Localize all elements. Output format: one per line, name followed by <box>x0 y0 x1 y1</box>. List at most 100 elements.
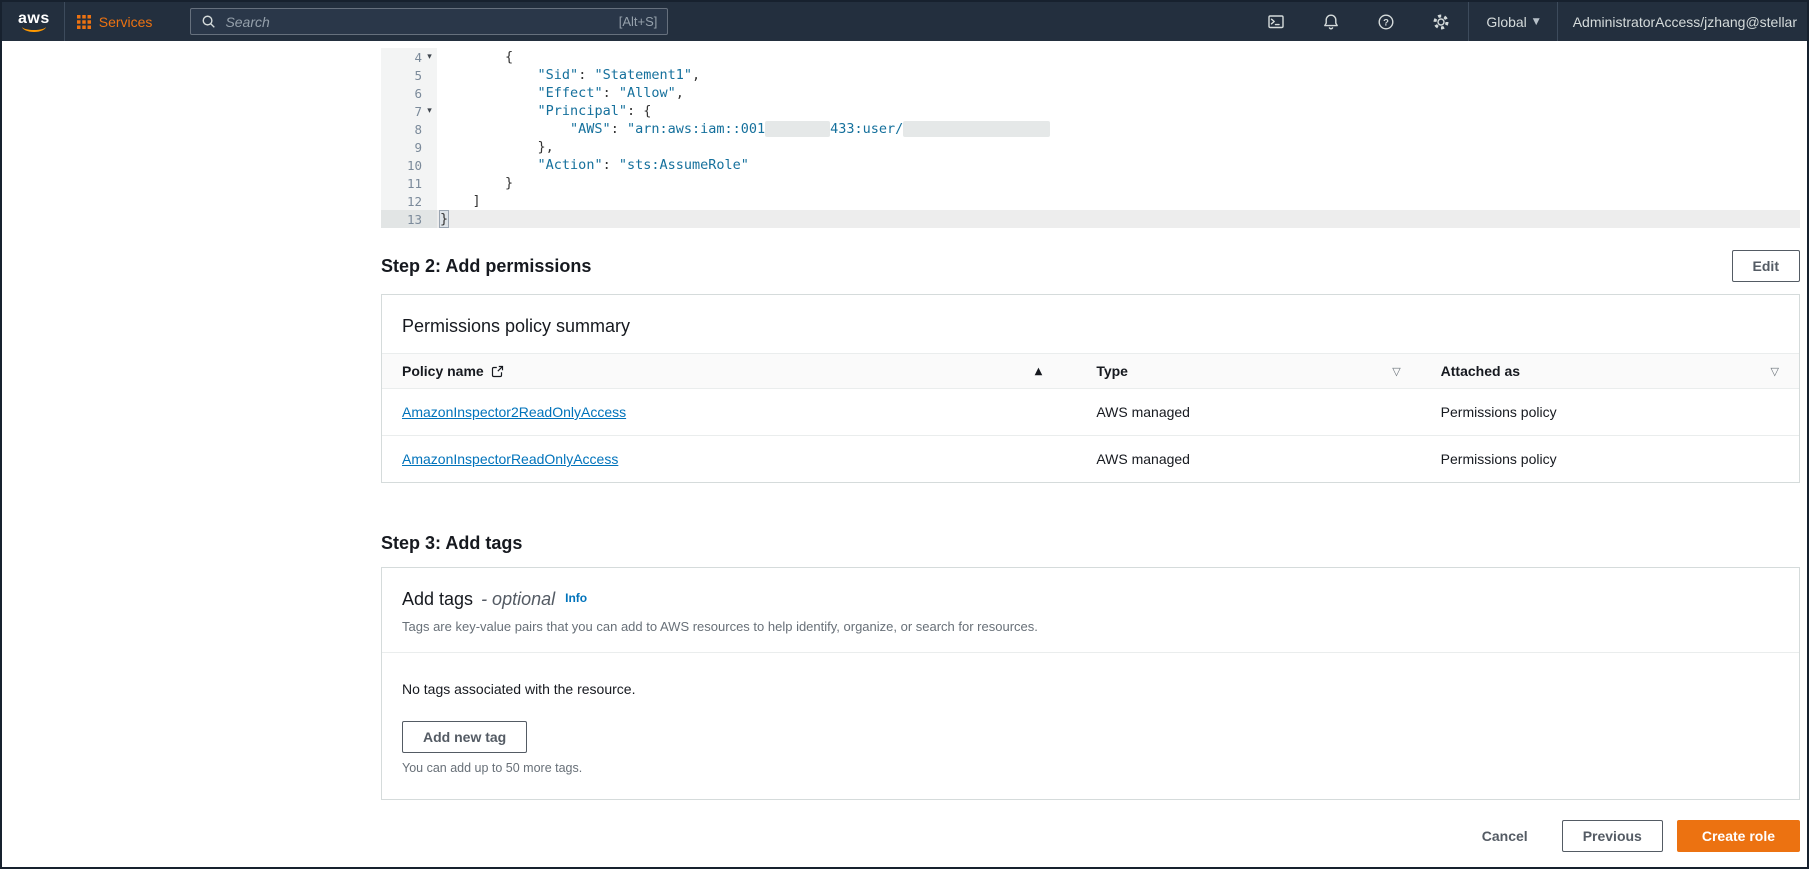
line-number: 10 <box>406 157 422 173</box>
global-search[interactable]: [Alt+S] <box>190 8 669 35</box>
line-number-gutter: 12 <box>381 192 437 210</box>
line-number: 6 <box>414 85 422 101</box>
services-menu-button[interactable]: Services <box>76 13 153 30</box>
cancel-button[interactable]: Cancel <box>1462 821 1548 851</box>
line-number-gutter: 9 <box>381 138 437 156</box>
code-line-8[interactable]: 8 "AWS": "arn:aws:iam::001 433:user/ <box>381 120 1800 138</box>
code-line-11[interactable]: 11 } <box>381 174 1800 192</box>
step3-heading: Step 3: Add tags <box>381 533 523 553</box>
policy-json-editor[interactable]: 4 ▾ {5 "Sid": "Statement1", 6 "Effect": "A… <box>381 48 1800 228</box>
code-line-10[interactable]: 10 "Action": "sts:AssumeRole" <box>381 156 1800 174</box>
line-number-gutter: 11 <box>381 174 437 192</box>
region-label: Global <box>1486 13 1527 30</box>
line-number-gutter: 13 <box>381 210 437 228</box>
nav-utilities: ? Global ▼ AdministratorAccess/jzhang@st… <box>1248 2 1797 41</box>
question-mark-icon: ? <box>1378 13 1394 30</box>
code-line-text[interactable]: }, <box>437 138 1800 156</box>
line-number-gutter: 8 <box>381 120 437 138</box>
attached-as-filter-icon[interactable]: ▽ <box>1771 365 1779 378</box>
line-number: 13 <box>406 211 422 227</box>
bell-icon <box>1323 14 1338 29</box>
add-new-tag-button[interactable]: Add new tag <box>402 721 528 753</box>
code-line-12[interactable]: 12 ] <box>381 192 1800 210</box>
permissions-summary-card: Permissions policy summary Policy name ▲ <box>381 294 1800 483</box>
code-line-9[interactable]: 9 }, <box>381 138 1800 156</box>
create-role-button[interactable]: Create role <box>1676 820 1800 852</box>
top-navigation-bar: aws Services [Alt+S] <box>2 2 1807 41</box>
code-line-7[interactable]: 7 ▾ "Principal": { <box>381 102 1800 120</box>
add-tags-description: Tags are key-value pairs that you can ad… <box>402 619 1038 634</box>
search-shortcut-hint: [Alt+S] <box>618 14 658 29</box>
permissions-card-title: Permissions policy summary <box>402 316 631 336</box>
no-tags-text: No tags associated with the resource. <box>402 681 636 697</box>
code-line-text[interactable]: } <box>437 210 1800 228</box>
policy-type-cell: AWS managed <box>1096 451 1190 467</box>
code-line-13[interactable]: 13} <box>381 210 1800 228</box>
type-filter-icon[interactable]: ▽ <box>1392 365 1400 378</box>
aws-logo-swoosh <box>21 26 46 32</box>
code-line-5[interactable]: 5 "Sid": "Statement1", <box>381 66 1800 84</box>
code-line-text[interactable]: "Effect": "Allow", <box>437 84 1800 102</box>
line-number-gutter[interactable]: 7 ▾ <box>381 102 437 120</box>
type-column-header[interactable]: Type ▽ <box>1076 354 1420 388</box>
attached-as-column-header[interactable]: Attached as ▽ <box>1421 354 1799 388</box>
code-line-6[interactable]: 6 "Effect": "Allow", <box>381 84 1800 102</box>
policy-table-row: AmazonInspector2ReadOnlyAccess AWS manage… <box>382 389 1799 436</box>
settings-button[interactable] <box>1413 2 1468 41</box>
nav-divider <box>63 2 65 41</box>
account-menu[interactable]: AdministratorAccess/jzhang@stellar <box>1558 14 1797 30</box>
permissions-card-header: Permissions policy summary <box>382 295 1799 353</box>
policy-attached-as-cell: Permissions policy <box>1440 404 1557 420</box>
edit-permissions-button[interactable]: Edit <box>1731 250 1800 282</box>
attached-as-header-label: Attached as <box>1440 363 1521 379</box>
search-input[interactable] <box>225 13 610 30</box>
info-link[interactable]: Info <box>565 591 587 605</box>
policy-type-cell: AWS managed <box>1096 404 1190 420</box>
code-line-text[interactable]: "Sid": "Statement1", <box>437 66 1800 84</box>
line-number-gutter: 5 <box>381 66 437 84</box>
code-line-text[interactable]: "Principal": { <box>437 102 1800 120</box>
gear-icon <box>1433 14 1449 29</box>
aws-logo-text: aws <box>18 10 50 27</box>
code-line-4[interactable]: 4 ▾ { <box>381 48 1800 66</box>
policy-name-link[interactable]: AmazonInspectorReadOnlyAccess <box>402 451 618 467</box>
line-number-gutter: 6 <box>381 84 437 102</box>
line-number-gutter: 10 <box>381 156 437 174</box>
aws-logo[interactable]: aws <box>18 11 50 32</box>
step2-header-row: Step 2: Add permissions Edit <box>381 250 1800 282</box>
main-content: 4 ▾ {5 "Sid": "Statement1", 6 "Effect": "A… <box>2 41 1807 867</box>
region-selector[interactable]: Global ▼ <box>1469 14 1556 30</box>
policy-name-column-header[interactable]: Policy name ▲ <box>382 354 1076 388</box>
services-label: Services <box>98 13 153 30</box>
optional-label: - optional <box>481 589 556 609</box>
code-line-text[interactable]: "AWS": "arn:aws:iam::001 433:user/ <box>437 120 1800 138</box>
svg-text:?: ? <box>1383 17 1389 28</box>
code-line-text[interactable]: ] <box>437 192 1800 210</box>
policy-table-header: Policy name ▲ Type ▽ Attached as ▽ <box>382 353 1799 389</box>
type-header-label: Type <box>1096 363 1128 379</box>
redacted-text <box>765 121 831 137</box>
services-grid-icon <box>76 14 91 29</box>
line-number: 5 <box>414 67 422 83</box>
cloudshell-button[interactable] <box>1248 2 1303 41</box>
line-number-gutter[interactable]: 4 ▾ <box>381 48 437 66</box>
notifications-button[interactable] <box>1303 2 1358 41</box>
policy-name-link[interactable]: AmazonInspector2ReadOnlyAccess <box>402 404 626 420</box>
add-tags-card-body: No tags associated with the resource. Ad… <box>382 653 1799 799</box>
search-icon <box>202 15 216 28</box>
add-tags-card-title: Add tags <box>402 589 474 609</box>
code-lines: 4 ▾ {5 "Sid": "Statement1", 6 "Effect": "A… <box>381 48 1800 228</box>
line-number: 11 <box>406 175 422 191</box>
policy-table-row: AmazonInspectorReadOnlyAccess AWS managed… <box>382 436 1799 482</box>
policy-name-cell: AmazonInspector2ReadOnlyAccess <box>382 389 1076 435</box>
policy-attached-as-cell: Permissions policy <box>1440 451 1557 467</box>
code-line-text[interactable]: { <box>437 48 1800 66</box>
code-line-text[interactable]: } <box>437 174 1800 192</box>
sort-ascending-icon[interactable]: ▲ <box>1035 366 1057 377</box>
code-fold-icon[interactable]: ▾ <box>422 48 437 66</box>
help-button[interactable]: ? <box>1358 2 1413 41</box>
code-line-text[interactable]: "Action": "sts:AssumeRole" <box>437 156 1800 174</box>
previous-button[interactable]: Previous <box>1561 820 1663 852</box>
external-link-icon <box>491 365 503 377</box>
code-fold-icon[interactable]: ▾ <box>422 102 437 120</box>
